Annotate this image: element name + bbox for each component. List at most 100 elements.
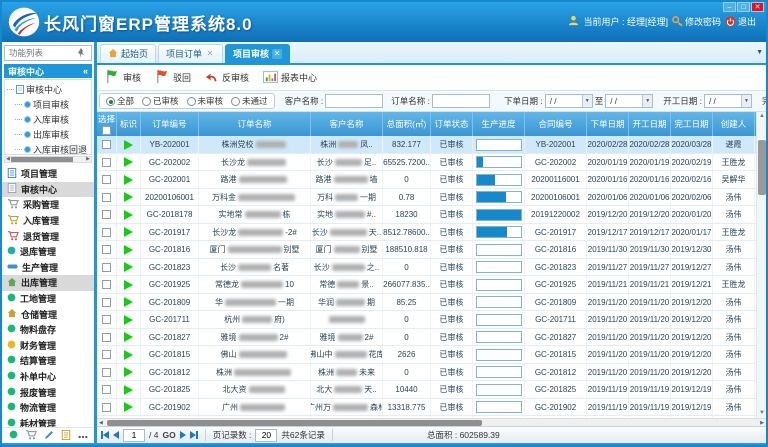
table-row[interactable]: GC-201809华一期华润期85.25已审核GC-2018092019/11/… xyxy=(97,294,756,312)
pin-icon[interactable] xyxy=(77,48,85,58)
order-date-from-field[interactable]: / /▼ xyxy=(545,94,593,108)
sidebar-item-项目管理[interactable]: 项目管理 xyxy=(2,166,94,182)
minimize-button[interactable]: – xyxy=(723,2,736,12)
radio-icon[interactable] xyxy=(106,97,115,106)
radio-已审核[interactable]: 已审核 xyxy=(142,95,179,107)
sidebar-item-生产管理[interactable]: 生产管理 xyxy=(2,260,94,276)
grid-horizontal-scrollbar[interactable]: ◀ ▶ xyxy=(97,418,766,426)
start-date-field[interactable]: / /▼ xyxy=(704,94,752,108)
dot-icon[interactable] xyxy=(9,430,18,441)
sidebar-item-财务管理[interactable]: 财务管理 xyxy=(2,338,94,354)
sidebar-item-审核中心[interactable]: 审核中心 xyxy=(2,182,94,198)
row-checkbox[interactable] xyxy=(102,385,111,394)
maximize-button[interactable]: □ xyxy=(737,2,750,12)
next-page-button[interactable] xyxy=(180,431,186,439)
customer-name-input[interactable] xyxy=(325,94,383,108)
column-header-下单日期[interactable]: 下单日期 xyxy=(587,112,629,136)
table-row[interactable]: GC-2018178实地常栋实地#..18230已审核2019122000220… xyxy=(97,206,756,224)
table-row[interactable]: YB-202001株洲党校株洲凤..832.177已审核YB-202001202… xyxy=(97,136,756,154)
table-row[interactable]: GC-201827雅境2#雅境2#0已审核GC-2018272019/11/20… xyxy=(97,329,756,347)
tree-item-出库审核[interactable]: 出库审核 xyxy=(7,127,91,142)
sidebar-item-退货管理[interactable]: 退货管理 xyxy=(2,228,94,244)
doc-icon[interactable] xyxy=(61,430,71,442)
radio-icon[interactable] xyxy=(231,97,240,106)
row-checkbox[interactable] xyxy=(102,315,111,324)
chevron-down-icon[interactable]: ▼ xyxy=(741,95,751,107)
sidebar-item-仓储管理[interactable]: 仓储管理 xyxy=(2,306,94,322)
table-row[interactable]: GC-201902广州广州万森林13318.775已审核GC-201902201… xyxy=(97,399,756,417)
page-number-input[interactable] xyxy=(123,429,145,442)
prev-page-button[interactable] xyxy=(113,431,119,439)
search-input[interactable] xyxy=(7,47,77,59)
table-row[interactable]: GC-201917长沙龙-2#长沙天..8512.78600..已审核GC-20… xyxy=(97,224,756,242)
column-header-总面积(㎡)[interactable]: 总面积(㎡) xyxy=(383,112,431,136)
sidebar-item-出库管理[interactable]: 出库管理 xyxy=(2,275,94,291)
radio-未通过[interactable]: 未通过 xyxy=(231,95,268,107)
close-button[interactable]: ✕ xyxy=(751,2,764,12)
sidebar-item-结算管理[interactable]: 结算管理 xyxy=(2,353,94,369)
column-header-选择[interactable]: 选择 xyxy=(97,112,117,136)
table-row[interactable]: GC-202001路港路港墙0已审核202001160012020/01/162… xyxy=(97,171,756,189)
logout-link[interactable]: 退出 xyxy=(725,15,756,28)
sidebar-item-耗材管理[interactable]: 耗材管理 xyxy=(2,416,94,428)
scroll-up-icon[interactable]: ▲ xyxy=(757,112,766,121)
row-checkbox[interactable] xyxy=(102,403,111,412)
sidebar-item-退库管理[interactable]: 退库管理 xyxy=(2,244,94,260)
row-checkbox[interactable] xyxy=(102,158,111,167)
scroll-down-icon[interactable]: ▼ xyxy=(757,409,766,418)
row-checkbox[interactable] xyxy=(102,193,111,202)
column-header-完工日期[interactable]: 完工日期 xyxy=(671,112,713,136)
change-password-link[interactable]: 修改密码 xyxy=(672,15,721,28)
row-checkbox[interactable] xyxy=(102,210,111,219)
table-row[interactable]: 20200106001万科金万科一期0.78已审核202001060012020… xyxy=(97,189,756,207)
sidebar-item-物流管理[interactable]: 物流管理 xyxy=(2,400,94,416)
column-header-创建人[interactable]: 创建人 xyxy=(713,112,755,136)
table-row[interactable]: GC-201816厦门别墅厦门别墅188510.818已审核GC-2018162… xyxy=(97,241,756,259)
chevron-down-icon[interactable]: ▼ xyxy=(642,95,652,107)
sidebar-item-物料盘存[interactable]: 物料盘存 xyxy=(2,322,94,338)
table-row[interactable]: GC-201925常德龙10常德景..266077.835..已审核GC-201… xyxy=(97,276,756,294)
scroll-thumb[interactable] xyxy=(11,157,73,162)
column-header-订单编号[interactable]: 订单编号 xyxy=(141,112,199,136)
column-header-合同编号[interactable]: 合同编号 xyxy=(525,112,587,136)
order-date-to-field[interactable]: / /▼ xyxy=(605,94,653,108)
chevron-down-icon[interactable]: ▼ xyxy=(582,95,592,107)
order-name-input[interactable] xyxy=(432,94,490,108)
sidebar-item-工地管理[interactable]: 工地管理 xyxy=(2,291,94,307)
sidebar-item-补单中心[interactable]: 补单中心 xyxy=(2,369,94,385)
row-checkbox[interactable] xyxy=(102,228,111,237)
tree-horizontal-scrollbar[interactable]: ◀▶ xyxy=(4,156,92,163)
last-page-button[interactable] xyxy=(190,431,198,439)
sidebar-item-采购管理[interactable]: 采购管理 xyxy=(2,197,94,213)
radio-icon[interactable] xyxy=(142,97,151,106)
table-row[interactable]: GC-202002长沙龙长沙足..65525.7200..已审核GC-20200… xyxy=(97,154,756,172)
row-checkbox[interactable] xyxy=(102,298,111,307)
column-header-订单状态[interactable]: 订单状态 xyxy=(431,112,473,136)
row-checkbox[interactable] xyxy=(102,350,111,359)
scroll-thumb[interactable] xyxy=(758,140,766,195)
column-header-订单名称[interactable]: 订单名称 xyxy=(199,112,311,136)
close-tab-icon[interactable]: ✕ xyxy=(272,49,282,59)
table-row[interactable]: GC-201815佛山佛山中花库2626已审核GC-2018152019/11/… xyxy=(97,346,756,364)
tree-item-项目审核[interactable]: 项目审核 xyxy=(7,97,91,112)
radio-icon[interactable] xyxy=(187,97,196,106)
tab-project-audit[interactable]: 项目审核✕ xyxy=(225,44,290,63)
row-checkbox[interactable] xyxy=(102,263,111,272)
page-size-input[interactable] xyxy=(255,429,277,442)
radio-未审核[interactable]: 未审核 xyxy=(187,95,224,107)
cart-icon[interactable] xyxy=(25,429,37,442)
table-row[interactable]: GC-201825北大资北大天..10440已审核GC-2018252019/1… xyxy=(97,381,756,399)
first-page-button[interactable] xyxy=(101,431,109,439)
tree-item-入库审核[interactable]: 入库审核 xyxy=(7,112,91,127)
tree-root-audit-center[interactable]: 审核中心 xyxy=(7,82,91,97)
table-row[interactable]: GC-201823长沙名著长沙之..0已审核GC-2018232019/11/2… xyxy=(97,259,756,277)
tree-item-入库审核回退[interactable]: 入库审核回退 xyxy=(7,142,91,155)
pen-icon[interactable] xyxy=(44,430,54,442)
row-checkbox[interactable] xyxy=(102,245,111,254)
column-header-开工日期[interactable]: 开工日期 xyxy=(629,112,671,136)
table-row[interactable]: GC-201711杭州府)0已审核GC-2017112019/11/202019… xyxy=(97,311,756,329)
sidebar-item-入库管理[interactable]: 入库管理 xyxy=(2,213,94,229)
column-header-生产进度[interactable]: 生产进度 xyxy=(473,112,525,136)
close-tab-icon[interactable]: ✕ xyxy=(205,49,215,59)
row-checkbox[interactable] xyxy=(102,140,111,149)
